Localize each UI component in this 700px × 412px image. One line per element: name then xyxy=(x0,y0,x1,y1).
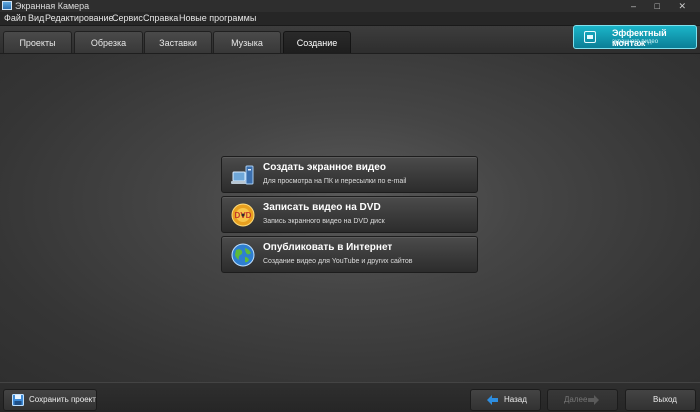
save-project-button[interactable]: Сохранить проект xyxy=(3,389,97,411)
app-icon xyxy=(2,1,12,10)
effect-button-subtitle: экранного видео xyxy=(612,39,659,45)
back-button[interactable]: Назад xyxy=(470,389,541,411)
option-title: Создать экранное видео xyxy=(263,162,386,173)
publish-internet-option[interactable]: Опубликовать в Интернет Создание видео д… xyxy=(221,236,478,273)
effect-button-title: Эффектный монтаж xyxy=(612,28,667,48)
menu-view[interactable]: Вид xyxy=(28,12,44,25)
next-button[interactable]: Далее xyxy=(547,389,618,411)
menu-service[interactable]: Сервис xyxy=(112,12,143,25)
exit-button[interactable]: Выход xyxy=(625,389,696,411)
save-icon xyxy=(12,394,24,406)
burn-dvd-option[interactable]: DVD Записать видео на DVD Запись экранно… xyxy=(221,196,478,233)
save-project-label: Сохранить проект xyxy=(29,395,96,404)
menu-new-programs[interactable]: Новые программы xyxy=(179,12,256,25)
arrow-right-icon xyxy=(588,395,599,405)
tab-intros[interactable]: Заставки xyxy=(144,31,212,53)
main-panel: Создать экранное видео Для просмотра на … xyxy=(0,54,700,382)
create-screen-video-option[interactable]: Создать экранное видео Для просмотра на … xyxy=(221,156,478,193)
menu-edit[interactable]: Редактирование xyxy=(45,12,114,25)
dvd-icon: DVD xyxy=(231,203,255,227)
option-title: Записать видео на DVD xyxy=(263,202,381,213)
menu-file[interactable]: Файл xyxy=(4,12,26,25)
tab-trim[interactable]: Обрезка xyxy=(74,31,143,53)
option-subtitle: Для просмотра на ПК и пересылки по e-mai… xyxy=(263,178,407,185)
menu-help[interactable]: Справка xyxy=(143,12,178,25)
globe-icon xyxy=(231,243,255,267)
film-icon xyxy=(584,31,596,43)
effect-montage-button[interactable]: Эффектный монтаж экранного видео xyxy=(573,25,697,49)
window-controls[interactable]: – □ ✕ xyxy=(631,0,694,12)
option-subtitle: Создание видео для YouTube и других сайт… xyxy=(263,258,413,265)
tab-create-video[interactable]: Создание видео xyxy=(283,31,351,70)
arrow-left-icon xyxy=(487,395,498,405)
back-label: Назад xyxy=(504,395,527,404)
next-label: Далее xyxy=(564,395,588,404)
option-subtitle: Запись экранного видео на DVD диск xyxy=(263,218,385,225)
bottom-bar: Сохранить проект Назад Далее Выход xyxy=(0,382,700,412)
title-bar: Экранная Камера – □ ✕ xyxy=(0,0,700,12)
computer-icon xyxy=(231,165,254,185)
tab-projects[interactable]: Проекты xyxy=(3,31,72,53)
tab-music[interactable]: Музыка xyxy=(213,31,281,53)
menu-bar: Файл Вид Редактирование Сервис Справка Н… xyxy=(0,12,700,26)
window-title: Экранная Камера xyxy=(15,1,90,11)
option-title: Опубликовать в Интернет xyxy=(263,242,393,253)
exit-label: Выход xyxy=(653,395,677,404)
